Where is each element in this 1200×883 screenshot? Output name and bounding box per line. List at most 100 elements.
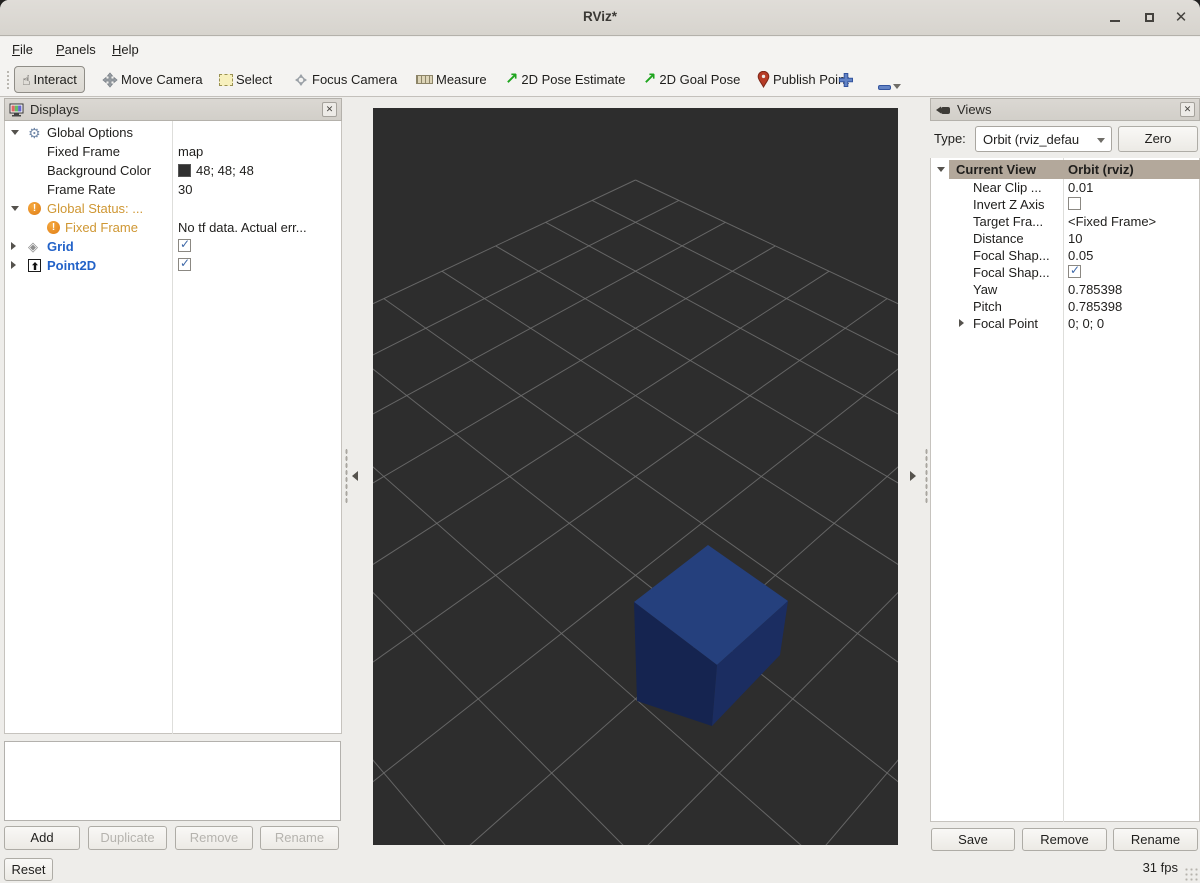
property-row[interactable]: Focal Shap...✓ [931, 264, 1199, 281]
menu-item-panels[interactable]: Panels [54, 40, 98, 60]
views-close-button[interactable]: ✕ [1180, 102, 1195, 117]
row-label: Focal Point [973, 315, 1038, 332]
view-type-value: Orbit (rviz_defau [983, 132, 1079, 147]
expander-icon[interactable] [937, 167, 945, 172]
property-row[interactable]: !Global Status: ... [5, 199, 341, 218]
map-pin-icon [757, 71, 770, 88]
property-row[interactable]: Fixed Frame map [5, 142, 341, 161]
tool-move-camera[interactable]: Move Camera [102, 66, 203, 93]
titlebar[interactable]: RViz* ✕ [0, 0, 1200, 36]
tool-label: Select [236, 72, 272, 87]
property-row[interactable]: Focal Point 0; 0; 0 [931, 315, 1199, 332]
property-row[interactable]: Frame Rate30 [5, 180, 341, 199]
tool-2d-pose-estimate[interactable]: ↗2D Pose Estimate [505, 66, 625, 93]
row-value[interactable]: map [178, 142, 203, 161]
remove-button: Remove [175, 826, 253, 850]
window-title: RViz* [0, 9, 1200, 24]
3d-viewport[interactable] [373, 108, 898, 845]
chevron-down-icon [1097, 138, 1105, 143]
expander-icon[interactable] [959, 319, 964, 327]
views-tree: Current ViewOrbit (rviz)Near Clip ...0.0… [930, 158, 1200, 822]
ruler-icon [416, 75, 433, 84]
color-swatch[interactable] [178, 164, 191, 177]
property-row[interactable]: Yaw0.785398 [931, 281, 1199, 298]
property-row[interactable]: Invert Z Axis [931, 196, 1199, 213]
property-row[interactable]: Near Clip ...0.01 [931, 179, 1199, 196]
checkbox[interactable] [1068, 197, 1081, 210]
collapse-right-icon[interactable] [910, 471, 916, 481]
tool-publish-point[interactable]: Publish Point [757, 66, 849, 93]
row-value[interactable]: 0.05 [1068, 247, 1093, 264]
property-row[interactable]: Focal Shap...0.05 [931, 247, 1199, 264]
checkbox[interactable]: ✓ [1068, 265, 1081, 278]
add-button[interactable]: Add [4, 826, 80, 850]
views-rename-button[interactable]: Rename [1113, 828, 1198, 851]
display-description-box [4, 741, 341, 821]
views-panel-header[interactable]: Views ✕ [930, 98, 1200, 121]
views-remove-button[interactable]: Remove [1022, 828, 1107, 851]
tool-remove-tool[interactable] [878, 74, 891, 101]
row-value[interactable]: 0; 0; 0 [1068, 315, 1104, 332]
collapse-left-icon[interactable] [352, 471, 358, 481]
displays-panel-header[interactable]: Displays ✕ [4, 98, 342, 121]
expander-icon[interactable] [11, 206, 19, 211]
views-save-button[interactable]: Save [931, 828, 1015, 851]
tool-label: Focus Camera [312, 72, 397, 87]
display-row[interactable]: Point2D ✓ [5, 256, 341, 275]
row-label: Global Status: ... [47, 199, 143, 218]
resize-grip[interactable] [1184, 867, 1198, 881]
tool-add-tool[interactable] [838, 66, 854, 93]
right-splitter-handle[interactable] [925, 448, 928, 504]
maximize-button[interactable] [1138, 8, 1160, 28]
left-splitter-handle[interactable] [345, 448, 348, 504]
row-label: Fixed Frame [47, 142, 120, 161]
grid-icon: ◈ [28, 240, 38, 253]
menu-item-help[interactable]: Help [110, 40, 141, 60]
views-panel-title: Views [957, 102, 991, 117]
tool-focus-camera[interactable]: Focus Camera [293, 66, 397, 93]
row-value[interactable]: 0.01 [1068, 179, 1093, 196]
monitor-icon [9, 103, 24, 117]
checkbox[interactable]: ✓ [178, 258, 191, 271]
row-value[interactable]: 0.785398 [1068, 298, 1122, 315]
select-box-icon [219, 74, 233, 86]
menu-item-file[interactable]: File [10, 40, 35, 60]
tool-label: 2D Goal Pose [659, 72, 740, 87]
close-button[interactable]: ✕ [1170, 8, 1192, 28]
view-type-combobox[interactable]: Orbit (rviz_defau [975, 126, 1112, 152]
row-label: Fixed Frame [65, 218, 138, 237]
row-label: Point2D [47, 256, 96, 275]
checkmark-icon: ✓ [1070, 263, 1080, 277]
expander-icon[interactable] [11, 261, 16, 269]
type-label: Type: [934, 131, 966, 146]
property-row[interactable]: Background Color48; 48; 48 [5, 161, 341, 180]
reset-button[interactable]: Reset [4, 858, 53, 881]
zero-button[interactable]: Zero [1118, 126, 1198, 152]
row-value[interactable]: No tf data. Actual err... [178, 218, 307, 237]
displays-close-button[interactable]: ✕ [322, 102, 337, 117]
property-row[interactable]: Distance10 [931, 230, 1199, 247]
tool-measure[interactable]: Measure [416, 66, 487, 93]
property-row[interactable]: Target Fra...<Fixed Frame> [931, 213, 1199, 230]
minimize-button[interactable] [1104, 8, 1126, 28]
tool-2d-goal-pose[interactable]: ↗2D Goal Pose [643, 66, 740, 93]
checkbox[interactable]: ✓ [178, 239, 191, 252]
row-value[interactable]: 0.785398 [1068, 281, 1122, 298]
row-value[interactable]: 48; 48; 48 [196, 161, 254, 180]
tool-select[interactable]: Select [219, 66, 272, 93]
toolbar-drag-handle[interactable] [6, 70, 10, 90]
toolbar-overflow-icon[interactable] [893, 84, 901, 89]
tool-label: 2D Pose Estimate [521, 72, 625, 87]
property-row[interactable]: ⚙Global Options [5, 123, 341, 142]
tool-label: Move Camera [121, 72, 203, 87]
row-value[interactable]: 30 [178, 180, 192, 199]
maximize-icon [1145, 13, 1154, 22]
tool-interact[interactable]: ☝Interact [14, 66, 85, 93]
property-row[interactable]: !Fixed FrameNo tf data. Actual err... [5, 218, 341, 237]
expander-icon[interactable] [11, 242, 16, 250]
expander-icon[interactable] [11, 130, 19, 135]
row-value[interactable]: <Fixed Frame> [1068, 213, 1156, 230]
display-row[interactable]: ◈Grid✓ [5, 237, 341, 256]
row-value[interactable]: 10 [1068, 230, 1082, 247]
property-row[interactable]: Pitch0.785398 [931, 298, 1199, 315]
